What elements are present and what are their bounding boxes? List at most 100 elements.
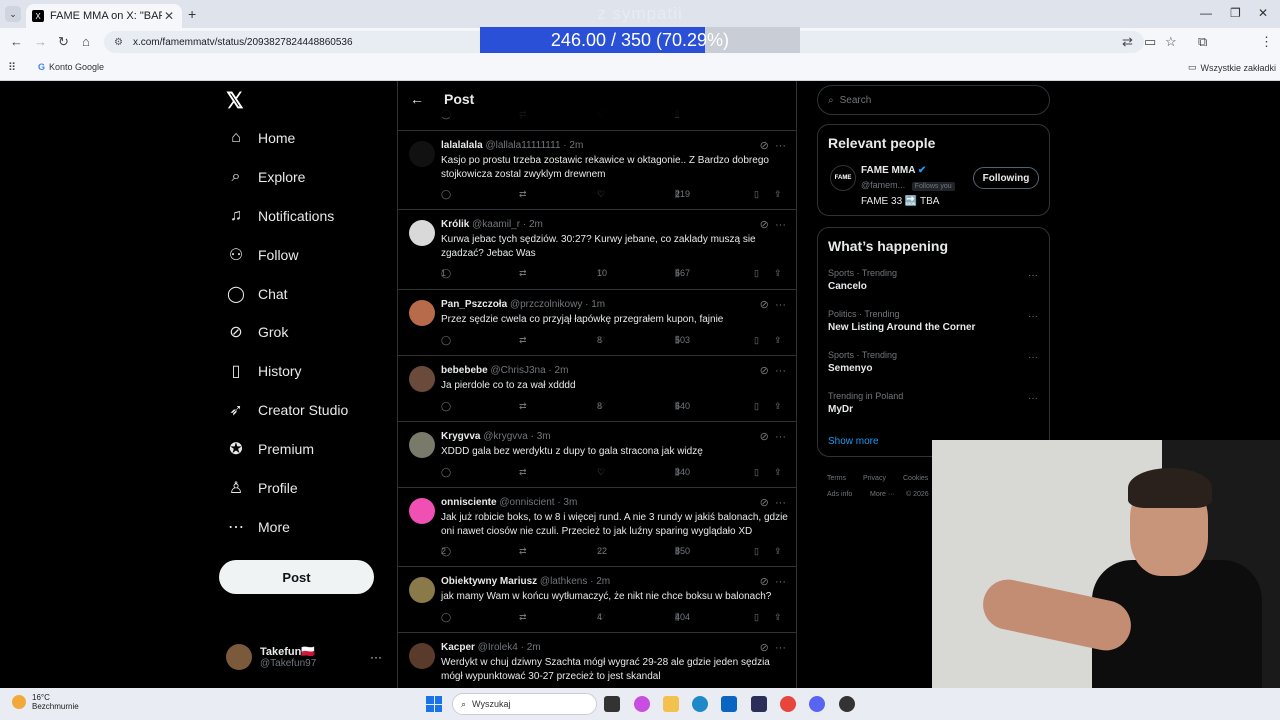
footer-ads[interactable]: Ads info [827,491,852,498]
edge-icon[interactable] [692,696,708,712]
footer-terms[interactable]: Terms [827,475,846,482]
share-icon[interactable]: ⇪ [774,612,782,623]
more-icon[interactable]: ··· [775,497,786,509]
x-logo[interactable]: 𝕏 [226,88,244,114]
nav-item-home[interactable]: ⌂ Home [226,124,295,152]
nav-item-premium[interactable]: ✪ Premium [226,435,314,463]
post-button[interactable]: Post [219,560,374,594]
bookmark-all[interactable]: ▭ Wszystkie zakładki [1188,62,1276,73]
share-icon[interactable]: ⇪ [774,546,782,557]
author-name[interactable]: Królik [441,219,469,230]
reload-icon[interactable]: ↻ [58,34,69,50]
close-tab-icon[interactable]: ✕ [162,9,176,23]
more-icon[interactable]: ··· [775,219,786,231]
discord-icon[interactable] [809,696,825,712]
more-icon[interactable]: ··· [775,431,786,443]
reply-post[interactable]: Królik @kaamil_r · 2m ⊘ ··· Kurwa jebac ty… [398,210,796,290]
trend-item[interactable]: Trending in Poland MyDr ··· [828,391,1038,415]
repost-icon[interactable]: ⇄ [519,546,527,557]
avatar[interactable] [409,498,435,524]
more-icon[interactable]: ··· [775,365,786,377]
bookmark-icon[interactable]: ▯ [754,268,759,279]
more-icon[interactable]: ··· [1028,393,1038,404]
avatar[interactable] [409,366,435,392]
author-name[interactable]: Obiektywny Mariusz [441,576,537,587]
nav-item-follow[interactable]: ⚇ Follow [226,241,299,269]
more-icon[interactable]: ··· [1028,270,1038,281]
footer-privacy[interactable]: Privacy [863,475,886,482]
grok-icon[interactable]: ⊘ [760,431,769,443]
grok-icon[interactable]: ⊘ [760,576,769,588]
copilot-icon[interactable] [634,696,650,712]
more-icon[interactable]: ··· [775,642,786,654]
repost-icon[interactable]: ⇄ [519,467,527,478]
nav-item-creator-studio[interactable]: ➶ Creator Studio [226,396,348,424]
close-window-icon[interactable]: ✕ [1258,6,1268,20]
back-icon[interactable]: ← [10,34,23,49]
taskbar-search[interactable]: ⌕ Wyszukaj [452,693,597,715]
grok-icon[interactable]: ⊘ [760,219,769,231]
share-icon[interactable]: ⇪ [774,268,782,279]
reply-post[interactable]: Krygvva @krygvva · 3m ⊘ ··· XDDD gala bez … [398,422,796,488]
share-icon[interactable]: ⇪ [774,189,782,200]
avatar[interactable] [409,300,435,326]
tab-search-icon[interactable]: ⌄ [5,6,21,22]
site-info-icon[interactable]: ⚙ [114,37,123,48]
outlook-icon[interactable] [721,696,737,712]
reply-post[interactable]: Kacper @Irolek4 · 2m ⊘ ··· Werdykt w chuj … [398,633,796,688]
new-tab-button[interactable]: + [188,6,196,22]
share-icon[interactable]: ⇪ [774,335,782,346]
following-button[interactable]: Following [973,167,1039,189]
account-switcher[interactable]: Takefun🇵🇱 @Takefun97 [226,644,316,670]
maximize-icon[interactable]: ❐ [1230,6,1241,20]
forward-icon[interactable]: → [34,34,47,49]
bookmark-icon[interactable]: ▯ [754,335,759,346]
author-name[interactable]: lalalalala [441,140,483,151]
avatar[interactable] [409,643,435,669]
bookmark-icon[interactable]: ▯ [754,401,759,412]
grok-icon[interactable]: ⊘ [760,365,769,377]
star-icon[interactable]: ☆ [1165,34,1177,50]
browser-tab[interactable]: X FAME MMA on X: "BARTOSZ S... ✕ [26,4,182,28]
store-icon[interactable] [751,696,767,712]
reply-post[interactable]: Obiektywny Mariusz @lathkens · 2m ⊘ ··· ja… [398,567,796,633]
home-page-icon[interactable]: ⌂ [82,34,90,49]
share-icon[interactable]: ⇪ [774,467,782,478]
trend-item[interactable]: Sports · Trending Cancelo ··· [828,268,1038,292]
author-name[interactable]: Krygvva [441,431,480,442]
avatar[interactable] [409,141,435,167]
menu-icon[interactable]: ⋮ [1260,34,1273,50]
reply-post[interactable]: onnisciente @onniscient · 3m ⊘ ··· Jak już… [398,488,796,567]
more-icon[interactable]: ··· [775,299,786,311]
nav-item-notifications[interactable]: ♫ Notifications [226,202,334,230]
trend-item[interactable]: Politics · Trending New Listing Around th… [828,309,1038,333]
bookmark-google[interactable]: G Konto Google [38,62,104,72]
avatar[interactable] [409,432,435,458]
grok-icon[interactable]: ⊘ [760,497,769,509]
grok-icon[interactable]: ⊘ [760,299,769,311]
reply-post[interactable]: bebebebe @ChrisJ3na · 2m ⊘ ··· Ja pierdole… [398,356,796,422]
nav-item-explore[interactable]: ⌕ Explore [226,163,306,191]
search-input[interactable]: ⌕ Search [817,85,1050,115]
translate-icon[interactable]: ⇄ [1122,34,1133,50]
author-name[interactable]: Pan_Pszczoła [441,299,507,310]
chrome-icon[interactable] [780,696,796,712]
bookmark-icon[interactable]: ▯ [754,189,759,200]
repost-icon[interactable]: ⇄ [519,401,527,412]
more-icon[interactable]: ··· [1028,352,1038,363]
avatar[interactable] [409,220,435,246]
show-more-link[interactable]: Show more [828,436,879,447]
bookmark-icon[interactable]: ▯ [754,612,759,623]
extensions-icon[interactable]: ⧉ [1198,34,1207,50]
person-name[interactable]: FAME MMA ✔ [861,165,926,176]
grok-icon[interactable]: ⊘ [760,642,769,654]
nav-item-grok[interactable]: ⊘ Grok [226,318,288,346]
reply-post[interactable]: lalalalala @lallala11111111 · 2m ⊘ ··· Kas… [398,131,796,210]
grok-icon[interactable]: ⊘ [760,140,769,152]
task-view-icon[interactable] [604,696,620,712]
apps-icon[interactable]: ⠿ [8,61,16,74]
author-name[interactable]: Kacper [441,642,475,653]
obs-icon[interactable] [839,696,855,712]
repost-icon[interactable]: ⇄ [519,189,527,200]
nav-item-history[interactable]: ▯ History [226,357,302,385]
